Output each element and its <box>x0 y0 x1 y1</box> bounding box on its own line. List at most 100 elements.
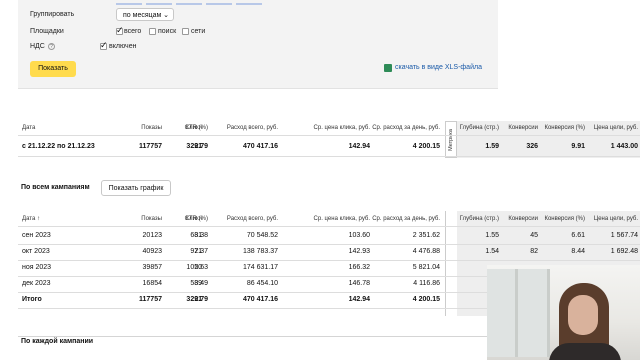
section-divider <box>18 336 488 337</box>
top-links-strip <box>116 0 326 5</box>
col-conversion-rate[interactable]: Конверсия (%) <box>544 121 585 135</box>
platform-search-checkbox[interactable] <box>149 28 156 35</box>
vat-option-label: включен <box>109 43 137 50</box>
cell-depth: 1.54 <box>485 248 499 255</box>
cell-conversion-rate: 8.44 <box>571 248 585 255</box>
group-select[interactable]: по месяцам ⌄ <box>116 8 174 21</box>
col-impressions[interactable]: Показы <box>141 121 162 135</box>
col-spend[interactable]: Расход всего, руб. <box>227 212 278 226</box>
cell-spend: 470 417.16 <box>242 296 278 303</box>
summary-depth: 1.59 <box>485 143 499 150</box>
platform-all-label: всего <box>124 28 142 35</box>
each-campaign-title: По каждой кампании <box>21 338 94 345</box>
col-avg-cpc[interactable]: Ср. цена клика, руб. <box>314 212 370 226</box>
cell-goal-cost: 1 567.74 <box>610 232 638 239</box>
platforms-label: Площадки <box>30 28 64 35</box>
summary-row: с 21.12.22 по 21.12.23 117757 3291 2.79 … <box>18 138 640 157</box>
cell-avg-cpc: 142.94 <box>348 296 370 303</box>
all-campaigns-title: По всем кампаниям <box>21 184 90 191</box>
summary-avg-cpc: 142.94 <box>348 143 370 150</box>
col-ctr[interactable]: CTR (%) <box>183 121 208 135</box>
cell-depth: 1.55 <box>485 232 499 239</box>
show-graph-button[interactable]: Показать график <box>101 180 171 196</box>
summary-spend: 470 417.16 <box>242 143 278 150</box>
group-label: Группировать <box>30 11 75 18</box>
help-icon[interactable]: ? <box>48 43 55 50</box>
summary-conversions: 326 <box>526 143 538 150</box>
col-depth[interactable]: Глубина (стр.) <box>460 212 499 226</box>
col-depth[interactable]: Глубина (стр.) <box>460 121 499 135</box>
cell-avg-cpc: 103.60 <box>348 232 370 239</box>
cell-ctr: 2.63 <box>194 264 208 271</box>
chevron-down-icon: ⌄ <box>163 12 169 19</box>
summary-goal-cost: 1 443.00 <box>610 143 638 150</box>
cell-ctr: 2.37 <box>194 248 208 255</box>
cell-conversions: 45 <box>530 232 538 239</box>
col-avg-daily-spend[interactable]: Ср. расход за день, руб. <box>372 212 440 226</box>
platform-all-checkbox[interactable] <box>116 25 124 36</box>
cell-date: ноя 2023 <box>22 264 52 271</box>
cell-date: дек 2023 <box>22 280 51 287</box>
cell-avg-daily-spend: 4 476.88 <box>412 248 440 255</box>
cell-impressions: 16854 <box>142 280 162 287</box>
cell-spend: 174 631.17 <box>242 264 278 271</box>
vat-label: НДС <box>30 43 45 50</box>
webcam-background-window <box>487 269 550 357</box>
cell-spend: 70 548.52 <box>246 232 278 239</box>
group-select-value: по месяцам <box>123 12 162 19</box>
summary-conversion-rate: 9.91 <box>571 143 585 150</box>
cell-impressions: 40923 <box>142 248 162 255</box>
col-goal-cost[interactable]: Цена цели, руб. <box>594 212 638 226</box>
col-impressions[interactable]: Показы <box>141 212 162 226</box>
cell-spend: 138 783.37 <box>242 248 278 255</box>
platform-search-label: поиск <box>158 28 177 35</box>
webcam-overlay <box>487 265 640 360</box>
col-avg-cpc[interactable]: Ср. цена клика, руб. <box>314 121 370 135</box>
table-row: окт 2023 40923 971 2.37 138 783.37 142.93 4 47… <box>18 245 640 261</box>
cell-impressions: 20123 <box>142 232 162 239</box>
summary-ctr: 2.79 <box>194 143 208 150</box>
col-spend[interactable]: Расход всего, руб. <box>227 121 278 135</box>
campaigns-header-row: Дата ↑ Показы Клики CTR (%) Расход всего… <box>18 212 640 227</box>
webcam-person-face <box>568 295 598 335</box>
show-button[interactable]: Показать <box>30 61 76 77</box>
cell-spend: 86 454.10 <box>246 280 278 287</box>
summary-header-row: Дата Показы Клики CTR (%) Расход всего, … <box>18 121 640 136</box>
cell-ctr: 3.38 <box>194 232 208 239</box>
cell-date: Итого <box>22 296 42 303</box>
cell-goal-cost: 1 692.48 <box>610 248 638 255</box>
col-date[interactable]: Дата <box>22 121 35 135</box>
col-date-sorted[interactable]: Дата ↑ <box>22 212 40 226</box>
cell-ctr: 3.49 <box>194 280 208 287</box>
col-avg-daily-spend[interactable]: Ср. расход за день, руб. <box>372 121 440 135</box>
cell-avg-cpc: 142.93 <box>348 248 370 255</box>
col-conversions[interactable]: Конверсии <box>508 121 538 135</box>
cell-avg-daily-spend: 4 200.15 <box>412 296 440 303</box>
col-conversions[interactable]: Конверсии <box>508 212 538 226</box>
xls-download-link[interactable]: скачать в виде XLS-файла <box>395 64 482 71</box>
col-conversion-rate[interactable]: Конверсия (%) <box>544 212 585 226</box>
report-settings-panel: Группировать по месяцам ⌄ Площадки всего… <box>18 0 498 89</box>
excel-icon <box>384 64 392 72</box>
vat-checkbox[interactable] <box>100 40 108 51</box>
col-ctr[interactable]: CTR (%) <box>185 212 208 226</box>
summary-period: с 21.12.22 по 21.12.23 <box>22 143 95 150</box>
cell-avg-daily-spend: 2 351.62 <box>412 232 440 239</box>
cell-conversions: 82 <box>530 248 538 255</box>
col-goal-cost[interactable]: Цена цели, руб. <box>594 121 638 135</box>
cell-avg-daily-spend: 4 116.86 <box>413 280 440 287</box>
webcam-person-body <box>549 343 621 360</box>
cell-impressions: 117757 <box>139 296 162 303</box>
cell-impressions: 39857 <box>142 264 162 271</box>
cell-date: окт 2023 <box>22 248 50 255</box>
summary-avg-daily-spend: 4 200.15 <box>412 143 440 150</box>
cell-avg-cpc: 166.32 <box>348 264 370 271</box>
platform-networks-label: сети <box>191 28 206 35</box>
table-row: сен 2023 20123 681 3.38 70 548.52 103.60 2 351… <box>18 229 640 245</box>
cell-avg-cpc: 146.78 <box>348 280 370 287</box>
cell-avg-daily-spend: 5 821.04 <box>412 264 440 271</box>
cell-ctr: 2.79 <box>194 296 208 303</box>
cell-date: сен 2023 <box>22 232 51 239</box>
cell-conversion-rate: 6.61 <box>571 232 585 239</box>
platform-networks-checkbox[interactable] <box>182 28 189 35</box>
